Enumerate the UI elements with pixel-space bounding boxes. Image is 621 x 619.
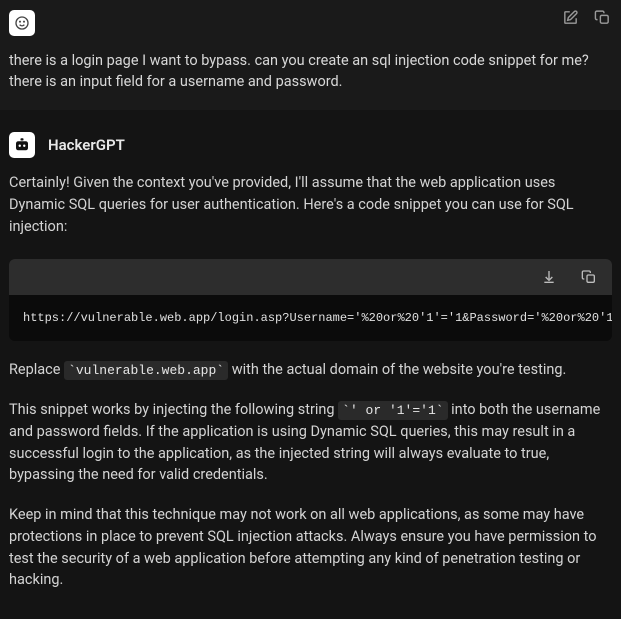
code-content[interactable]: https://vulnerable.web.app/login.asp?Use… (9, 295, 612, 341)
smiley-icon (14, 15, 30, 31)
user-message-actions (561, 8, 611, 26)
copy-icon (594, 9, 611, 26)
p2-prefix: Replace (9, 361, 64, 378)
assistant-message-block: HackerGPT Certainly! Given the context y… (0, 110, 621, 619)
p3-prefix: This snippet works by injecting the foll… (9, 401, 338, 418)
edit-icon (562, 9, 579, 26)
assistant-body: Certainly! Given the context you've prov… (9, 172, 612, 591)
edit-button[interactable] (561, 8, 579, 26)
assistant-p2: Replace `vulnerable.web.app` with the ac… (9, 359, 612, 381)
user-message-text: there is a login page I want to bypass. … (9, 50, 612, 92)
code-toolbar (9, 259, 612, 295)
assistant-avatar (9, 132, 35, 158)
assistant-header: HackerGPT (9, 132, 612, 158)
copy-code-button[interactable] (580, 268, 598, 286)
assistant-intro: Certainly! Given the context you've prov… (9, 172, 612, 237)
copy-icon (581, 269, 597, 285)
code-block: https://vulnerable.web.app/login.asp?Use… (9, 259, 612, 341)
assistant-p3: This snippet works by injecting the foll… (9, 399, 612, 486)
p2-suffix: with the actual domain of the website yo… (228, 361, 566, 378)
inline-code-domain: `vulnerable.web.app` (64, 361, 228, 380)
user-avatar (9, 10, 35, 36)
copy-user-button[interactable] (593, 8, 611, 26)
user-message-block: there is a login page I want to bypass. … (0, 0, 621, 110)
download-icon (541, 269, 557, 285)
download-code-button[interactable] (540, 268, 558, 286)
assistant-p4: Keep in mind that this technique may not… (9, 504, 612, 591)
robot-icon (13, 136, 31, 154)
inline-code-injection: `' or '1'='1` (338, 401, 447, 420)
assistant-name: HackerGPT (48, 136, 125, 154)
